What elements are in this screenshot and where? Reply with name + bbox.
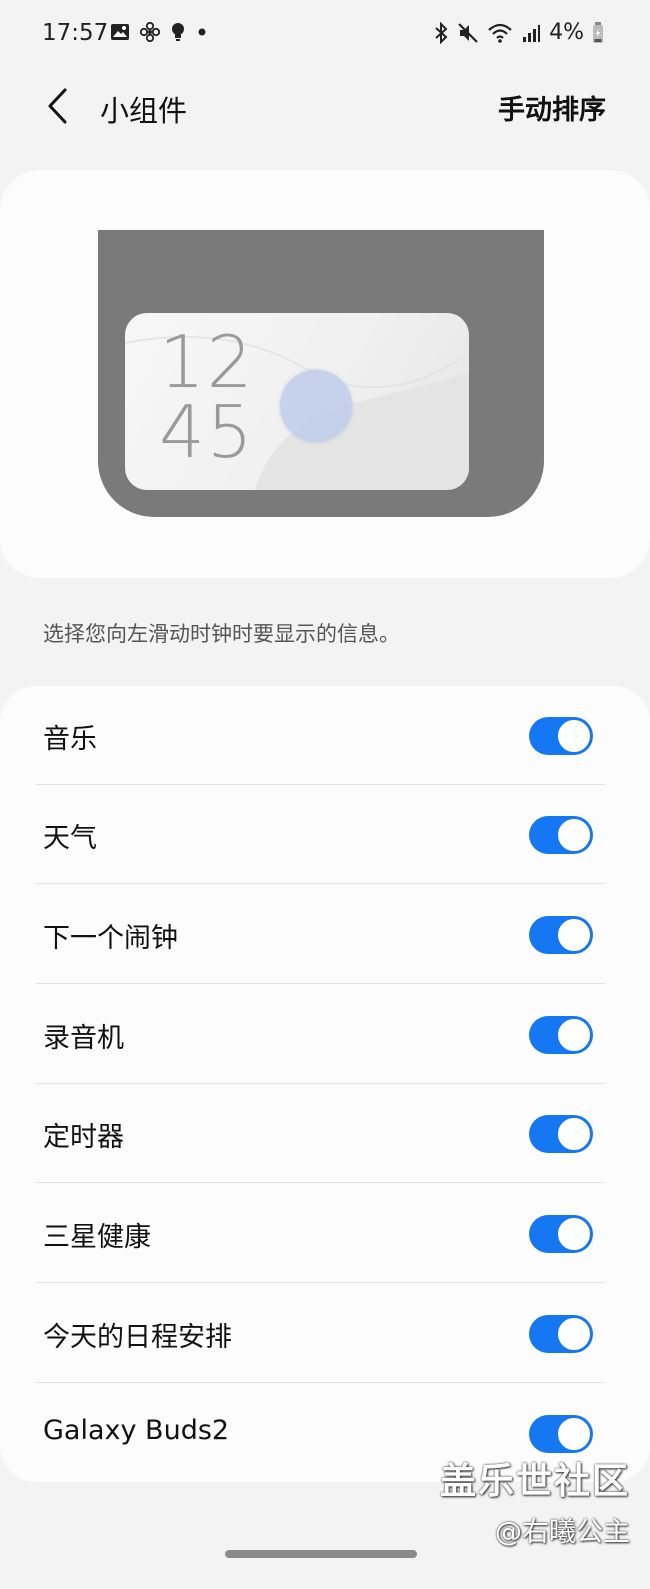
lock-screen-preview: 12 45 (98, 230, 544, 517)
bulb-icon (172, 23, 184, 41)
toggle-knob (556, 1017, 592, 1053)
status-bar: 17:57 4% (0, 0, 650, 70)
back-button[interactable] (36, 84, 80, 128)
signal-icon (523, 24, 541, 42)
list-item-music[interactable]: 音乐 (0, 686, 650, 785)
toggle-knob (556, 1316, 592, 1352)
chevron-left-icon (48, 88, 67, 124)
list-item-label: 下一个闹钟 (43, 923, 178, 954)
wifi-icon (488, 23, 512, 43)
toggle-knob (556, 1116, 592, 1152)
samsung-health-toggle[interactable] (529, 1215, 593, 1253)
touch-indicator (280, 370, 352, 442)
status-system-icons: 4% (433, 20, 604, 45)
manual-sort-button[interactable]: 手动排序 (498, 88, 606, 127)
fan-icon (140, 22, 160, 42)
app-bar: 小组件 手动排序 (0, 78, 650, 138)
galaxy-buds2-toggle[interactable] (529, 1415, 593, 1453)
next-alarm-toggle[interactable] (529, 916, 593, 954)
toggle-knob (556, 718, 592, 754)
list-item-label: 三星健康 (43, 1222, 151, 1253)
bluetooth-icon (435, 21, 448, 44)
list-item-today-schedule[interactable]: 今天的日程安排 (0, 1284, 650, 1383)
list-item-label: 天气 (43, 823, 97, 854)
mute-icon (458, 22, 478, 43)
list-item-next-alarm[interactable]: 下一个闹钟 (0, 885, 650, 984)
list-item-timer[interactable]: 定时器 (0, 1084, 650, 1183)
list-item-label: 定时器 (43, 1122, 124, 1153)
description-text: 选择您向左滑动时钟时要显示的信息。 (43, 622, 400, 646)
widgets-list: 音乐 天气 下一个闹钟 录音机 定时器 三星健康 今天的日程安排 Galaxy … (0, 686, 650, 1482)
page-title: 小组件 (100, 94, 188, 128)
list-item-label: 录音机 (43, 1023, 124, 1054)
widget-preview-card: 12 45 (0, 170, 650, 578)
music-toggle[interactable] (529, 717, 593, 755)
timer-toggle[interactable] (529, 1115, 593, 1153)
list-item-label: Galaxy Buds2 (43, 1415, 230, 1446)
watermark: 盖乐世社区 @右曦公主 (440, 1452, 630, 1549)
list-item-samsung-health[interactable]: 三星健康 (0, 1184, 650, 1283)
divider (36, 1182, 606, 1183)
status-notification-icons (110, 22, 208, 42)
gallery-icon (111, 24, 129, 40)
dot-icon (198, 28, 206, 36)
toggle-knob (556, 817, 592, 853)
divider (36, 883, 606, 884)
toggle-knob (556, 1216, 592, 1252)
preview-clock-digits: 12 45 (159, 320, 255, 474)
weather-toggle[interactable] (529, 816, 593, 854)
list-item-label: 今天的日程安排 (43, 1322, 232, 1353)
gesture-nav-handle[interactable] (225, 1550, 417, 1558)
clock-widget-preview[interactable]: 12 45 (125, 313, 469, 490)
watermark-community: 盖乐世社区 (439, 1461, 630, 1502)
status-time: 17:57 (42, 20, 109, 46)
list-item-voice-recorder[interactable]: 录音机 (0, 985, 650, 1084)
battery-icon (593, 21, 603, 43)
today-schedule-toggle[interactable] (529, 1315, 593, 1353)
divider (36, 1382, 606, 1383)
divider (36, 1282, 606, 1283)
toggle-knob (556, 1416, 592, 1452)
watermark-author: @右曦公主 (495, 1517, 630, 1548)
list-item-weather[interactable]: 天气 (0, 785, 650, 884)
voice-recorder-toggle[interactable] (529, 1016, 593, 1054)
toggle-knob (556, 917, 592, 953)
list-item-label: 音乐 (43, 724, 97, 755)
battery-percentage: 4% (549, 20, 584, 45)
divider (36, 983, 606, 984)
